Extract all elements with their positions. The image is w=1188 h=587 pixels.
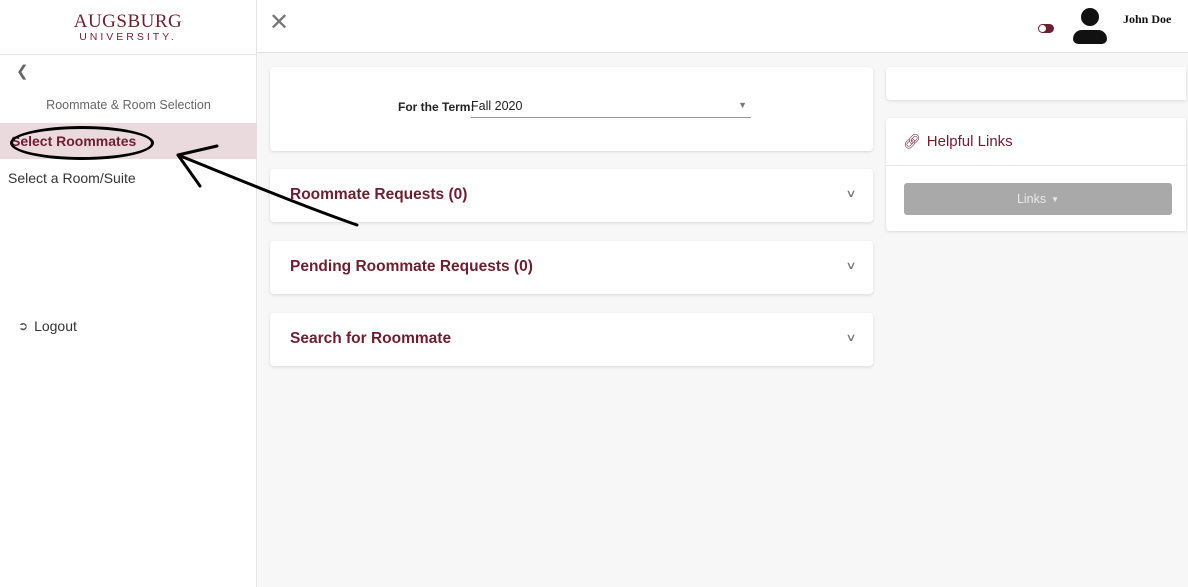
logo-subtitle: UNIVERSITY. [79,30,177,43]
accordion-roommate-requests[interactable]: Roommate Requests (0) ∨ [270,169,873,222]
logo-wordmark: AUGSBURG [73,10,183,32]
avatar-head [1081,8,1099,26]
accordion-search-roommate[interactable]: Search for Roommate ∨ [270,313,873,366]
term-label: For the Term: [398,100,475,114]
sidebar: AUGSBURG UNIVERSITY. ❮ Roommate & Room S… [0,0,257,587]
accordion-pending-requests[interactable]: Pending Roommate Requests (0) ∨ [270,241,873,294]
sidebar-section-label: Roommate & Room Selection [46,98,211,112]
chevron-down-icon: ∨ [845,332,857,344]
caret-down-icon: ▼ [1051,194,1060,204]
links-dropdown-button[interactable]: Links ▼ [904,183,1172,215]
right-top-card [886,67,1186,100]
helpful-links-header: 🔗︎ Helpful Links [886,118,1186,166]
link-icon: 🔗︎ [903,133,921,149]
theme-toggle[interactable] [1038,24,1054,33]
chevron-down-icon: ∨ [845,188,857,200]
logout-icon: ➲ [18,319,29,333]
university-logo[interactable]: AUGSBURG UNIVERSITY. [0,0,256,55]
term-card: For the Term: Fall 2020 ▼ [270,67,873,151]
close-icon[interactable]: ✕ [269,11,289,35]
top-bar: ✕ John Doe [257,0,1188,53]
accordion-title: Search for Roommate [290,330,452,347]
chevron-left-icon[interactable]: ❮ [16,62,29,80]
sidebar-item-select-room[interactable]: Select a Room/Suite [0,161,257,195]
sidebar-item-select-roommates[interactable]: Select Roommates [0,123,257,159]
term-select-value: Fall 2020 [471,99,523,113]
avatar[interactable] [1072,8,1108,44]
accordion-title: Roommate Requests (0) [290,186,468,203]
helpful-links-card: 🔗︎ Helpful Links Links ▼ [886,118,1186,231]
user-name[interactable]: John Doe [1123,12,1171,27]
accordion-title: Pending Roommate Requests (0) [290,258,533,275]
chevron-down-icon: ∨ [845,260,857,272]
avatar-body [1073,30,1107,44]
helpful-links-title: Helpful Links [926,133,1013,150]
logout-link[interactable]: ➲ Logout [18,318,77,334]
term-select[interactable]: Fall 2020 ▼ [471,96,751,118]
logout-label: Logout [34,318,77,334]
links-button-label: Links [1016,192,1047,206]
caret-down-icon: ▼ [738,100,747,110]
